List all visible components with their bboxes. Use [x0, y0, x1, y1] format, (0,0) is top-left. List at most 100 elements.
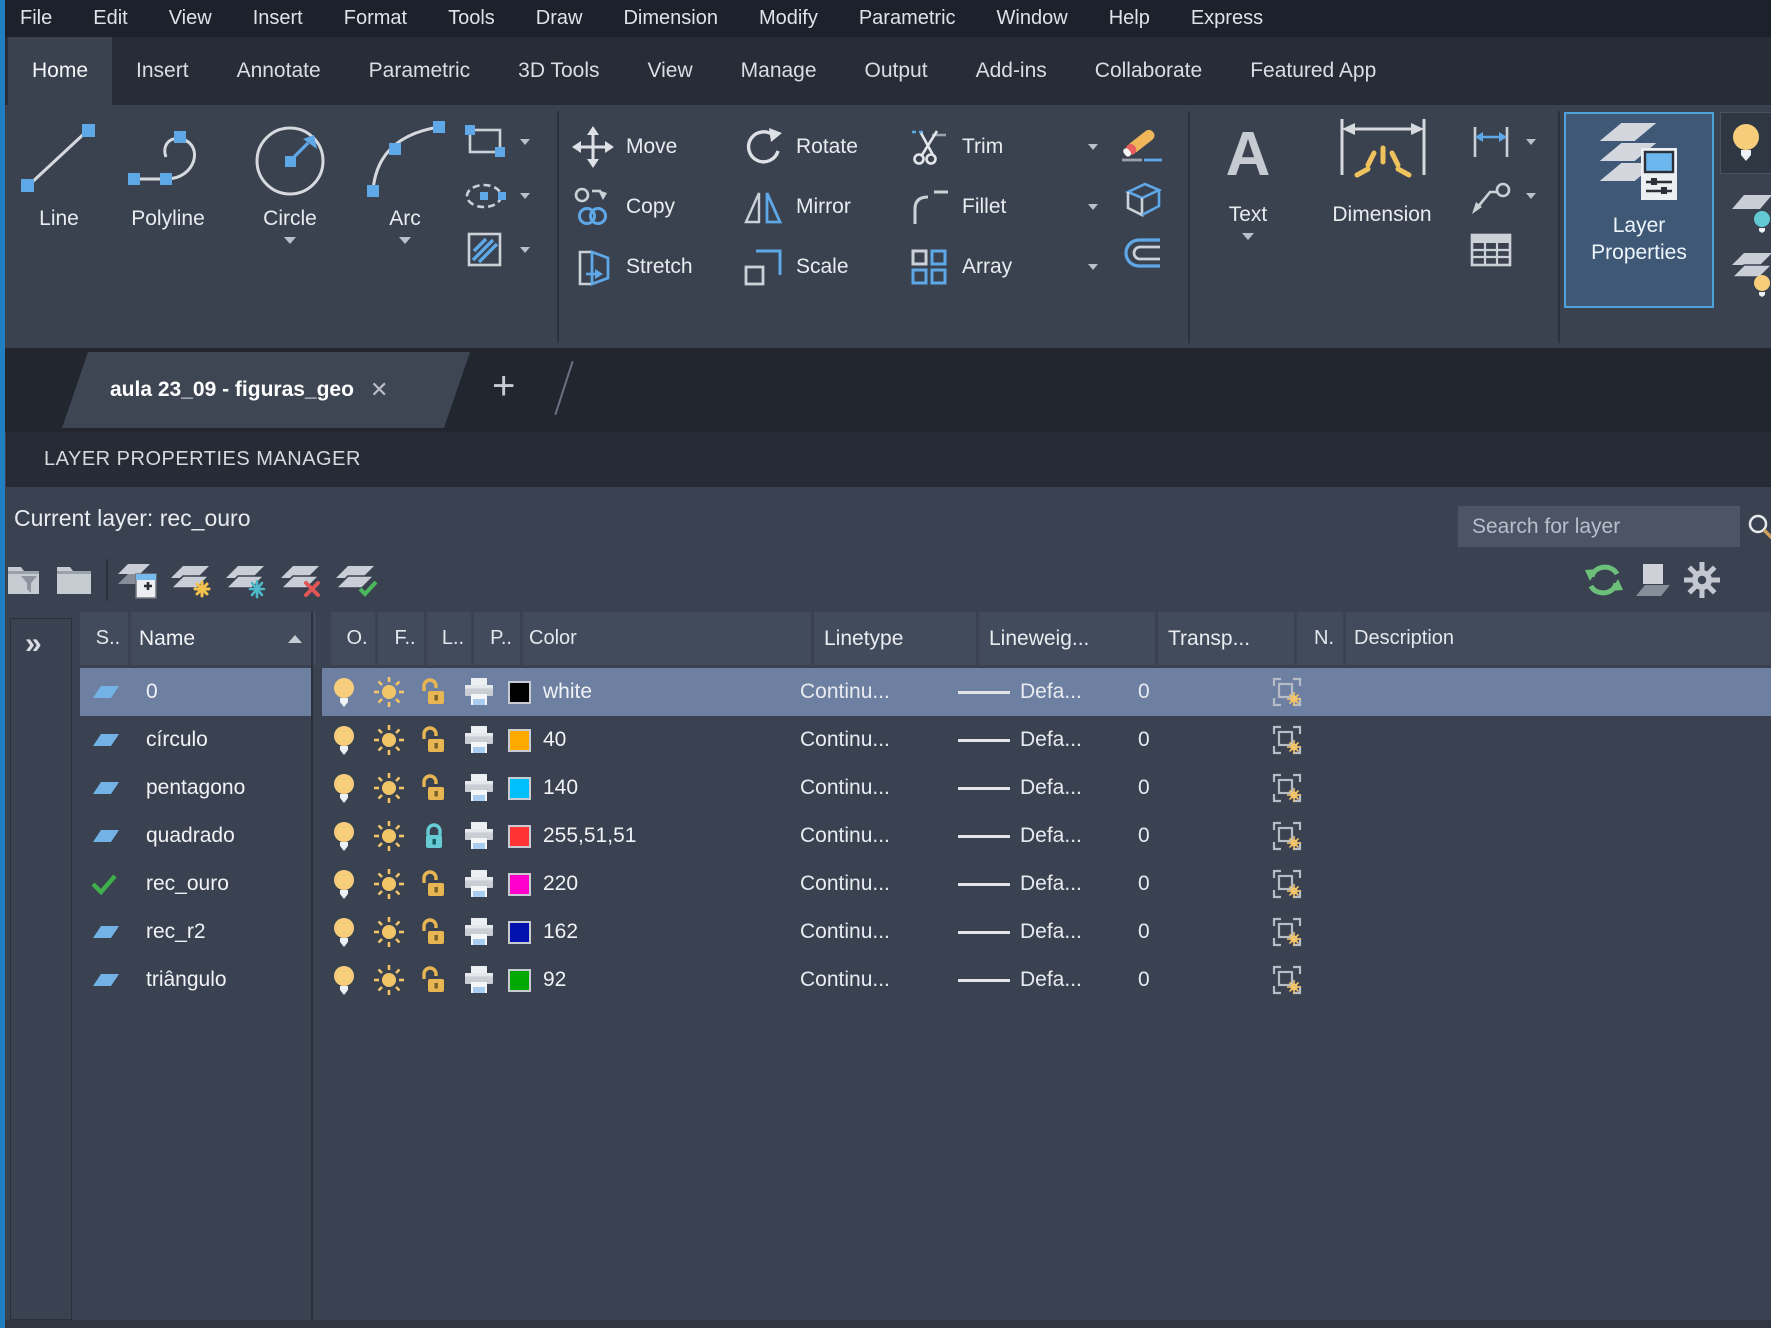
- layer-row[interactable]: quadrado255,51,51Continu...Defa...0: [80, 812, 1771, 860]
- search-input[interactable]: [1470, 514, 1745, 540]
- layer-lineweight[interactable]: Defa...: [952, 764, 1128, 812]
- layer-linetype[interactable]: Continu...: [790, 956, 952, 1004]
- new-property-filter-button[interactable]: [6, 562, 46, 598]
- layer-color[interactable]: 220: [502, 860, 790, 908]
- layer-states-manager-button[interactable]: [116, 560, 160, 600]
- layer-plot-toggle[interactable]: [456, 668, 502, 716]
- color-swatch[interactable]: [508, 969, 531, 992]
- column-linetype[interactable]: Linetype: [814, 612, 976, 665]
- layer-name[interactable]: rec_r2: [128, 908, 313, 956]
- mirror-button[interactable]: Mirror: [742, 185, 851, 229]
- layer-freeze-toggle[interactable]: [366, 908, 412, 956]
- layer-freeze-toggle[interactable]: [366, 716, 412, 764]
- layer-lineweight[interactable]: Defa...: [952, 812, 1128, 860]
- column-description[interactable]: Description: [1346, 612, 1771, 665]
- column-lock[interactable]: L..: [427, 612, 471, 665]
- layer-color[interactable]: 92: [502, 956, 790, 1004]
- layer-name[interactable]: rec_ouro: [128, 860, 313, 908]
- set-current-layer-button[interactable]: [334, 560, 380, 600]
- column-transparency[interactable]: Transp...: [1158, 612, 1294, 665]
- color-swatch[interactable]: [508, 825, 531, 848]
- rectangle-button[interactable]: [462, 121, 530, 163]
- layer-description[interactable]: [1310, 764, 1771, 812]
- column-freeze[interactable]: F..: [378, 612, 424, 665]
- layer-off-button[interactable]: [1720, 112, 1771, 174]
- new-vp-freeze-icon[interactable]: [1264, 860, 1310, 908]
- dimension-button[interactable]: Dimension: [1318, 113, 1446, 227]
- layer-freeze-toggle[interactable]: [366, 764, 412, 812]
- hatch-dropdown-icon[interactable]: [520, 247, 530, 253]
- menu-draw[interactable]: Draw: [536, 7, 583, 30]
- layer-name[interactable]: 0: [128, 668, 313, 716]
- drawing-tab[interactable]: aula 23_09 - figuras_geo ✕: [62, 352, 470, 428]
- menu-help[interactable]: Help: [1109, 7, 1150, 30]
- new-vp-freeze-icon[interactable]: [1264, 716, 1310, 764]
- hatch-button[interactable]: [462, 229, 530, 271]
- text-dropdown-icon[interactable]: [1242, 233, 1254, 240]
- layer-plot-toggle[interactable]: [456, 716, 502, 764]
- menu-view[interactable]: View: [169, 7, 212, 30]
- pane-divider[interactable]: [311, 612, 313, 1320]
- trim-button[interactable]: Trim: [908, 125, 1098, 169]
- palette-titlebar[interactable]: LAYER PROPERTIES MANAGER: [6, 432, 1771, 487]
- layer-unlocked-icon[interactable]: [412, 716, 456, 764]
- layer-status-icon[interactable]: [80, 908, 128, 956]
- fillet-button[interactable]: Fillet: [908, 185, 1098, 229]
- layer-color[interactable]: 255,51,51: [502, 812, 790, 860]
- layer-linetype[interactable]: Continu...: [790, 860, 952, 908]
- layer-row[interactable]: pentagono140Continu...Defa...0: [80, 764, 1771, 812]
- menu-edit[interactable]: Edit: [93, 7, 127, 30]
- new-vp-freeze-icon[interactable]: [1264, 668, 1310, 716]
- column-plot[interactable]: P..: [474, 612, 520, 665]
- layer-lineweight[interactable]: Defa...: [952, 668, 1128, 716]
- layer-description[interactable]: [1310, 668, 1771, 716]
- layer-status-icon[interactable]: [80, 812, 128, 860]
- dim-linear-button[interactable]: [1468, 121, 1536, 163]
- new-group-filter-button[interactable]: [55, 562, 93, 598]
- layer-transparency[interactable]: 0: [1128, 956, 1264, 1004]
- layer-color[interactable]: 40: [502, 716, 790, 764]
- layer-row[interactable]: rec_r2162Continu...Defa...0: [80, 908, 1771, 956]
- column-name[interactable]: Name: [131, 612, 316, 665]
- layer-status-icon[interactable]: [80, 716, 128, 764]
- menu-tools[interactable]: Tools: [448, 7, 495, 30]
- ellipse-dropdown-icon[interactable]: [520, 193, 530, 199]
- layer-unlocked-icon[interactable]: [412, 764, 456, 812]
- menu-express[interactable]: Express: [1191, 7, 1263, 30]
- layer-on-toggle[interactable]: [322, 908, 366, 956]
- ribbon-tab-collaborate[interactable]: Collaborate: [1071, 37, 1226, 105]
- new-vp-freeze-icon[interactable]: [1264, 812, 1310, 860]
- layer-current-check-icon[interactable]: [80, 860, 128, 908]
- layer-unlocked-icon[interactable]: [412, 956, 456, 1004]
- column-status[interactable]: S..: [80, 612, 128, 665]
- color-swatch[interactable]: [508, 681, 531, 704]
- layer-on-toggle[interactable]: [322, 668, 366, 716]
- layer-transparency[interactable]: 0: [1128, 860, 1264, 908]
- ribbon-tab-3d-tools[interactable]: 3D Tools: [494, 37, 623, 105]
- layer-row[interactable]: círculo40Continu...Defa...0: [80, 716, 1771, 764]
- layer-plot-toggle[interactable]: [456, 812, 502, 860]
- column-on[interactable]: O.: [331, 612, 375, 665]
- layer-description[interactable]: [1310, 908, 1771, 956]
- arc-dropdown-icon[interactable]: [399, 237, 411, 244]
- new-layer-frozen-button[interactable]: [224, 560, 270, 600]
- copy-button[interactable]: Copy: [572, 185, 675, 229]
- layer-name[interactable]: pentagono: [128, 764, 313, 812]
- menu-parametric[interactable]: Parametric: [859, 7, 956, 30]
- layer-on-toggle[interactable]: [322, 860, 366, 908]
- new-tab-button[interactable]: +: [492, 362, 515, 410]
- layer-row[interactable]: rec_ouro 220Continu...Defa...0: [80, 860, 1771, 908]
- layer-color[interactable]: 140: [502, 764, 790, 812]
- layer-plot-toggle[interactable]: [456, 860, 502, 908]
- layer-plot-toggle[interactable]: [456, 956, 502, 1004]
- layer-plot-toggle[interactable]: [456, 764, 502, 812]
- menu-format[interactable]: Format: [344, 7, 407, 30]
- new-vp-freeze-icon[interactable]: [1264, 764, 1310, 812]
- layer-lineweight[interactable]: Defa...: [952, 860, 1128, 908]
- trim-dropdown-icon[interactable]: [1088, 144, 1098, 150]
- settings-button[interactable]: [1683, 561, 1721, 599]
- ribbon-tab-manage[interactable]: Manage: [717, 37, 841, 105]
- layer-status-icon[interactable]: [80, 764, 128, 812]
- layer-name[interactable]: triângulo: [128, 956, 313, 1004]
- layer-linetype[interactable]: Continu...: [790, 908, 952, 956]
